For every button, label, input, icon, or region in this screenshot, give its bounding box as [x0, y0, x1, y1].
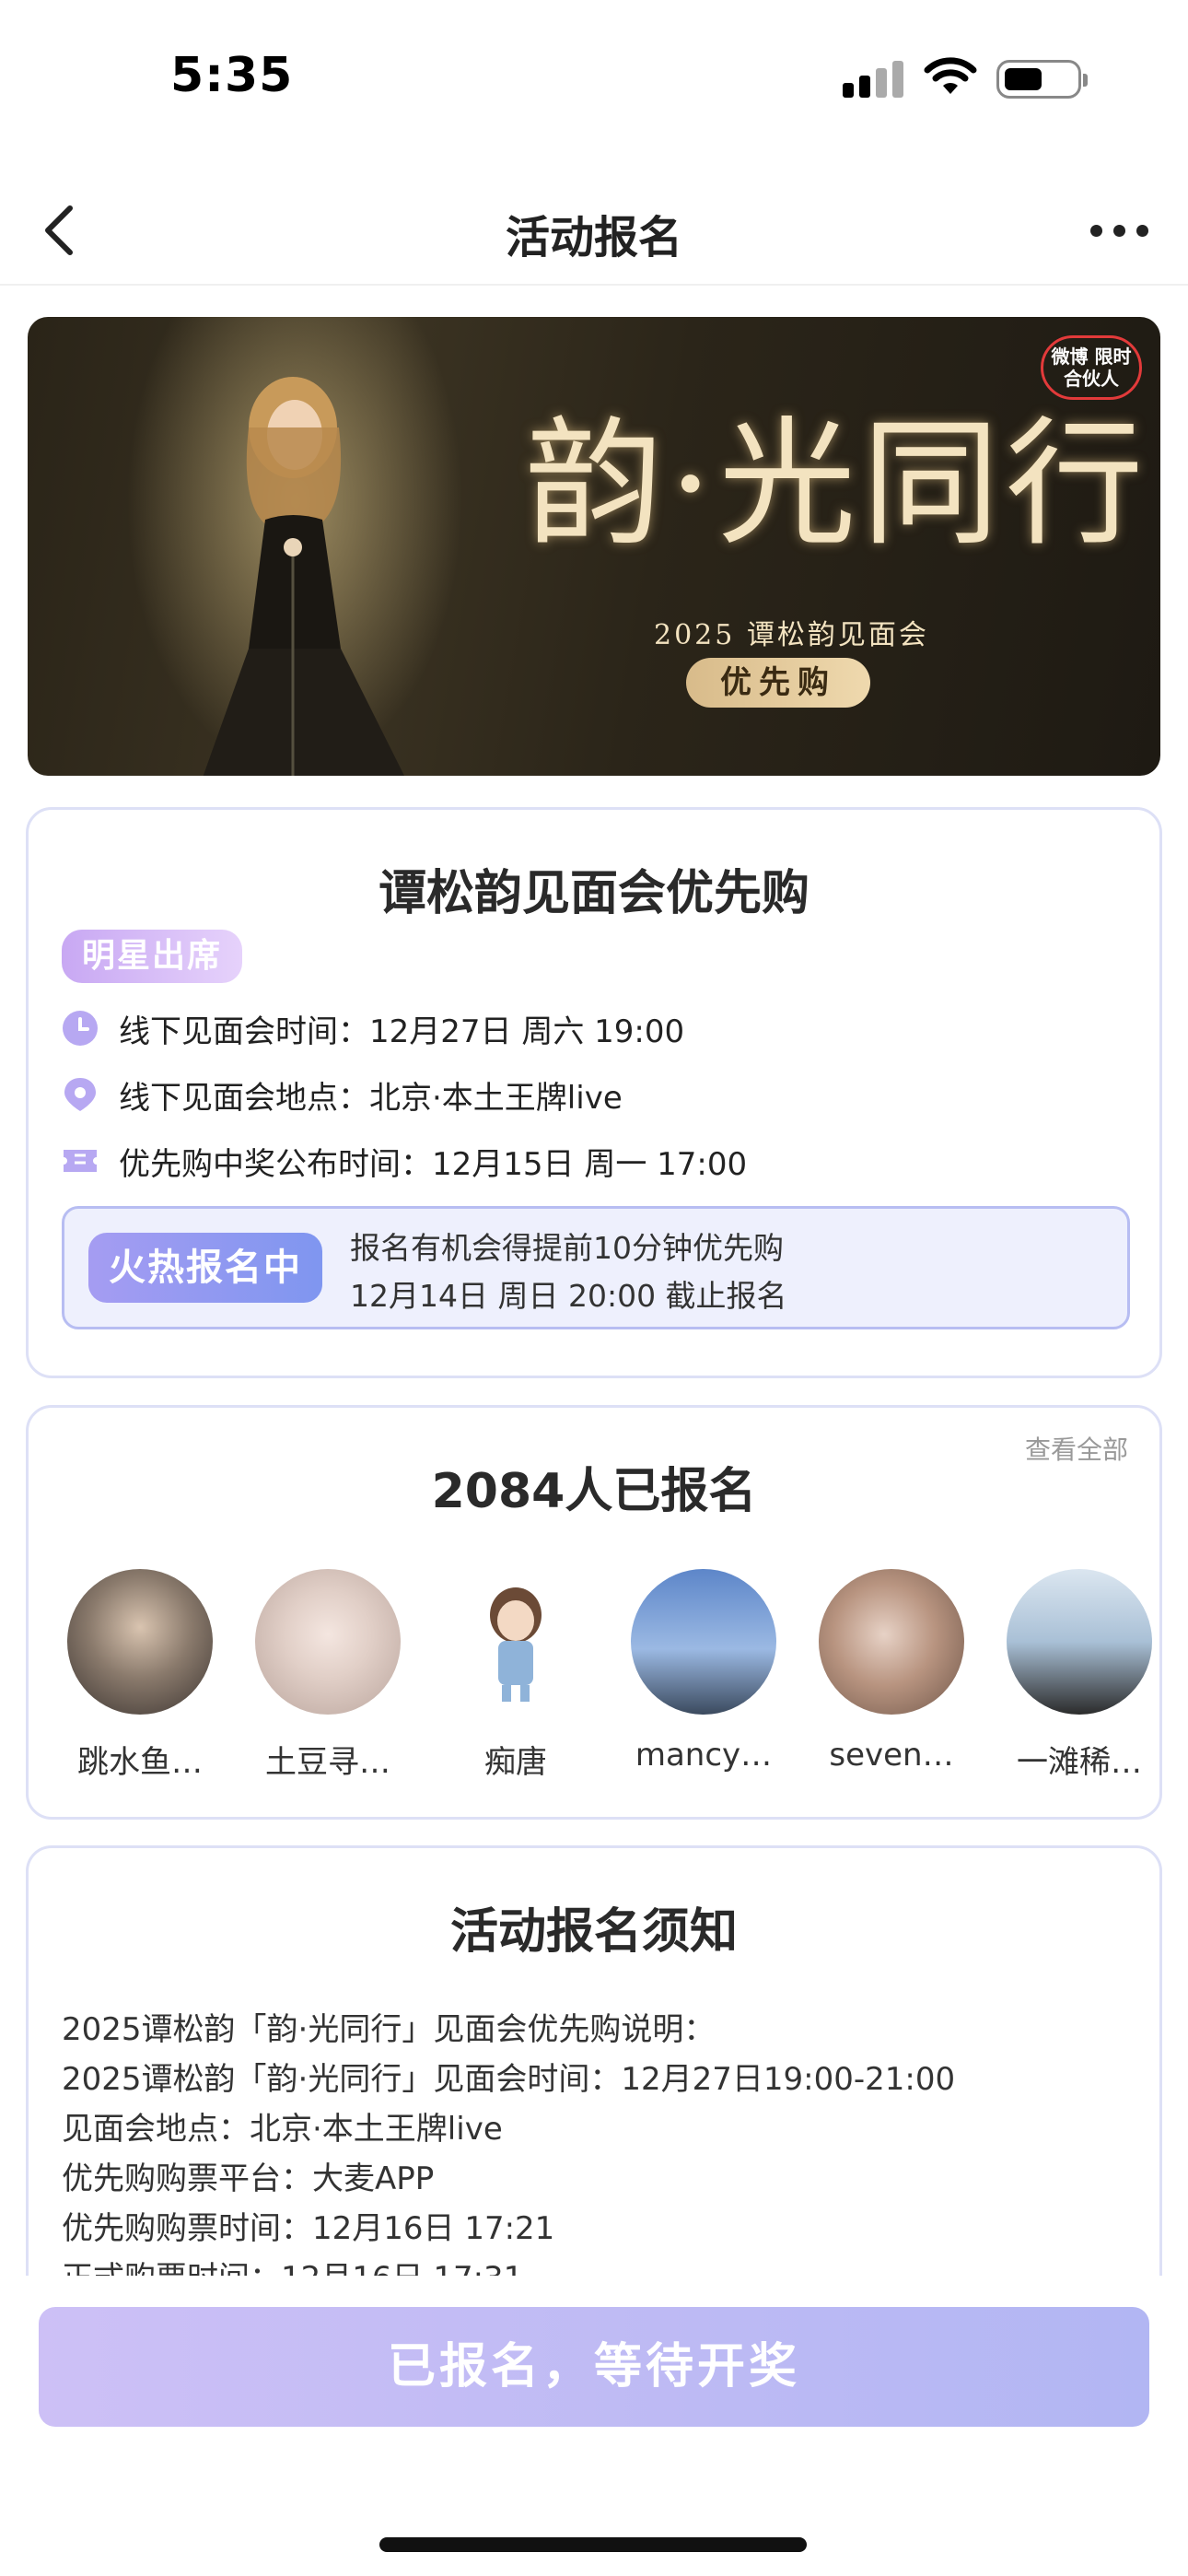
notice-line: 优先购购票时间：12月16日 17:21	[62, 2210, 555, 2247]
singer-figure-image	[203, 377, 404, 776]
avatar-name: 一滩稀…	[1017, 1744, 1142, 1781]
avatar	[67, 1569, 213, 1715]
avatar	[443, 1569, 588, 1715]
info-announce-text: 优先购中奖公布时间：12月15日 周一 17:00	[119, 1145, 748, 1183]
signed-up-button[interactable]: 已报名，等待开奖	[39, 2307, 1149, 2427]
cartoon-girl-icon	[490, 1587, 542, 1702]
location-icon	[64, 1078, 96, 1111]
banner-title: 韵·光同行	[525, 404, 1149, 565]
avatar	[1007, 1569, 1152, 1715]
hot-benefit-text: 报名有机会得提前10分钟优先购	[350, 1230, 784, 1266]
nav-bar: 活动报名	[0, 175, 1188, 286]
cellular-signal-icon	[843, 61, 907, 98]
notice-line: 2025谭松韵「韵·光同行」见面会时间：12月27日19:00-21:00	[62, 2061, 956, 2098]
hot-signup-badge: 火热报名中	[88, 1233, 322, 1303]
avatar	[631, 1569, 776, 1715]
info-row-announce: 优先购中奖公布时间：12月15日 周一 17:00	[62, 1138, 747, 1184]
signup-avatar-list: 跳水鱼… 土豆寻… 痴唐 mancy… seven… 一滩稀…	[62, 1569, 1152, 1790]
avatar-name: 痴唐	[484, 1744, 547, 1781]
signup-status-box: 火热报名中 报名有机会得提前10分钟优先购 12月14日 周日 20:00 截止…	[62, 1206, 1130, 1329]
weibo-logo: 微博 限时合伙人	[1041, 335, 1142, 400]
info-row-time: 线下见面会时间：12月27日 周六 19:00	[62, 1005, 684, 1051]
page-title: 活动报名	[505, 212, 682, 263]
status-time: 5:35	[170, 48, 294, 103]
event-banner[interactable]: 韵·光同行 2025 谭松韵见面会 优先购 微博 限时合伙人	[28, 317, 1160, 776]
info-time-text: 线下见面会时间：12月27日 周六 19:00	[119, 1013, 685, 1050]
list-item[interactable]: mancy…	[625, 1569, 782, 1774]
avatar	[255, 1569, 401, 1715]
event-info-card: 谭松韵见面会优先购 明星出席 线下见面会时间：12月27日 周六 19:00 线…	[26, 807, 1162, 1378]
avatar-name: 土豆寻…	[265, 1744, 390, 1781]
info-location-text: 线下见面会地点：北京·本土王牌live	[119, 1079, 623, 1117]
home-indicator	[379, 2537, 807, 2552]
list-item[interactable]: 一滩稀…	[1001, 1569, 1158, 1782]
clock-icon	[63, 1011, 98, 1046]
list-item[interactable]: 痴唐	[437, 1569, 594, 1782]
avatar	[819, 1569, 964, 1715]
battery-icon	[996, 60, 1088, 99]
avatar-name: 跳水鱼…	[77, 1744, 203, 1781]
status-bar: 5:35	[0, 0, 1188, 157]
list-item[interactable]: 跳水鱼…	[62, 1569, 218, 1782]
banner-tag: 优先购	[686, 658, 870, 708]
avatar-name: mancy…	[635, 1737, 773, 1774]
notice-title: 活动报名须知	[29, 1892, 1159, 1961]
notice-line: 2025谭松韵「韵·光同行」见面会优先购说明：	[62, 2011, 716, 2048]
banner-subtitle: 2025 谭松韵见面会	[654, 619, 929, 651]
hot-deadline-text: 12月14日 周日 20:00 截止报名	[350, 1278, 787, 1314]
list-item[interactable]: 土豆寻…	[250, 1569, 406, 1782]
bottom-action-bar: 已报名，等待开奖	[0, 2276, 1188, 2576]
signup-count-title: 2084人已报名	[29, 1452, 1159, 1521]
star-attend-badge: 明星出席	[62, 930, 242, 983]
list-item[interactable]: seven…	[813, 1569, 970, 1774]
ticket-icon	[64, 1150, 97, 1172]
avatar-name: seven…	[829, 1737, 954, 1774]
wifi-icon	[924, 57, 977, 94]
info-row-location: 线下见面会地点：北京·本土王牌live	[62, 1071, 623, 1118]
signups-card: 查看全部 2084人已报名 跳水鱼… 土豆寻… 痴唐 mancy… seven……	[26, 1405, 1162, 1820]
notice-line: 优先购购票平台：大麦APP	[62, 2160, 435, 2197]
notice-text: 2025谭松韵「韵·光同行」见面会优先购说明： 2025谭松韵「韵·光同行」见面…	[62, 2005, 1139, 2303]
more-options-icon[interactable]	[1077, 203, 1160, 258]
notice-line: 见面会地点：北京·本土王牌live	[62, 2111, 503, 2148]
event-title: 谭松韵见面会优先购	[29, 854, 1159, 923]
